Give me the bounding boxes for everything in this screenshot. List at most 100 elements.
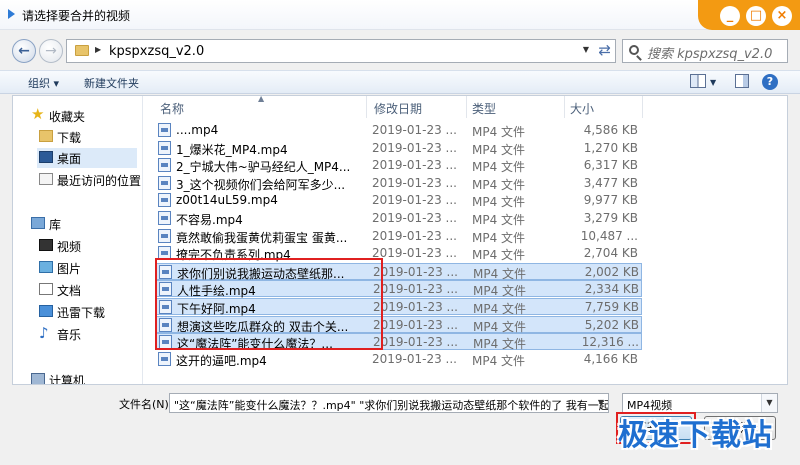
video-file-icon <box>158 158 171 173</box>
file-type: MP4 文件 <box>472 353 526 368</box>
filename-input[interactable]: "这“魔法阵”能变什么魔法？？.mp4" "求你们别说我搬运动态壁纸那个软件的了… <box>169 393 609 413</box>
column-divider[interactable] <box>466 96 467 118</box>
document-library-icon <box>39 283 53 295</box>
file-date: 2019-01-23 ... <box>372 158 457 173</box>
file-row[interactable]: 2_宁城大伟~驴马经纪人_MP4... 2019-01-23 ... MP4 文件 6… <box>156 157 642 174</box>
file-size: 12,316 ... <box>581 335 639 350</box>
file-date: 2019-01-23 ... <box>372 193 457 208</box>
file-name[interactable]: 不容易.mp4 <box>176 211 366 228</box>
video-file-icon <box>158 175 171 190</box>
file-row[interactable]: z00t14uL59.mp4 2019-01-23 ... MP4 文件 9,977 … <box>156 192 642 209</box>
maximize-button[interactable]: □ <box>746 6 766 26</box>
file-name[interactable]: 2_宁城大伟~驴马经纪人_MP4... <box>176 158 366 175</box>
video-library-icon <box>39 239 53 251</box>
nav-videos-label: 视频 <box>57 240 82 254</box>
file-size: 4,586 KB <box>583 123 638 137</box>
nav-desktop-label: 桌面 <box>57 152 82 166</box>
library-icon <box>31 217 45 229</box>
nav-thunder-label: 迅雷下载 <box>57 306 106 320</box>
column-divider[interactable] <box>642 96 643 118</box>
organize-button[interactable]: 组织 ▾ <box>28 75 59 91</box>
back-button[interactable]: ← <box>12 39 36 63</box>
column-header-name[interactable]: 名称 <box>160 96 184 118</box>
video-file-icon <box>158 211 171 225</box>
file-name[interactable]: z00t14uL59.mp4 <box>176 193 366 207</box>
file-type: MP4 文件 <box>472 177 526 192</box>
file-date: 2019-01-23 ... <box>373 317 458 332</box>
file-row[interactable]: 这开的逼吧.mp4 2019-01-23 ... MP4 文件 4,166 KB <box>156 351 642 368</box>
file-name[interactable]: 竟然敢偷我蛋黄优莉蛋宝 蛋黄... <box>176 229 366 246</box>
column-divider[interactable] <box>366 96 367 118</box>
nav-documents-label: 文档 <box>57 284 82 298</box>
chevron-down-icon[interactable]: ▼ <box>598 398 604 407</box>
watermark-logo: 极速下载站 <box>618 418 773 453</box>
filename-label: 文件名(N): <box>119 398 173 411</box>
address-bar-row: ← → ▶ kpspxzsq_v2.0 ▼ ⇄ 搜索 kpspxzsq_v2.0 <box>0 36 800 68</box>
file-type: MP4 文件 <box>473 302 527 316</box>
current-path[interactable]: kpspxzsq_v2.0 <box>109 44 204 59</box>
file-type: MP4 文件 <box>472 125 526 139</box>
navigation-pane[interactable]: ★ 收藏夹 下载 桌面 最近访问的位置 库 视频 图片 文档 迅雷下载 ♪ 音乐… <box>13 96 143 384</box>
file-type: MP4 文件 <box>472 230 526 245</box>
column-header-size[interactable]: 大小 <box>570 96 594 118</box>
video-file-icon <box>158 193 171 208</box>
chevron-down-icon[interactable]: ▼ <box>583 45 589 54</box>
minimize-button[interactable]: _ <box>720 6 740 26</box>
column-divider[interactable] <box>564 96 565 118</box>
file-row[interactable]: 3_这个视频你们会给阿军多少... 2019-01-23 ... MP4 文件 3,4… <box>156 175 642 192</box>
selection-highlight-box <box>155 258 383 350</box>
file-size: 3,279 KB <box>583 211 638 225</box>
music-note-icon: ♪ <box>39 324 49 342</box>
search-input[interactable]: 搜索 kpspxzsq_v2.0 <box>622 39 788 63</box>
help-icon[interactable]: ? <box>762 74 778 90</box>
file-type: MP4 文件 <box>472 195 526 210</box>
view-dropdown-icon[interactable]: ▼ <box>710 78 716 87</box>
column-header-date[interactable]: 修改日期 <box>374 96 422 118</box>
video-file-icon <box>158 123 171 137</box>
chevron-right-icon[interactable]: ▶ <box>95 45 101 54</box>
command-bar: 组织 ▾ 新建文件夹 ▼ ? <box>0 70 800 94</box>
window-title: 请选择要合并的视频 <box>22 9 131 23</box>
star-icon: ★ <box>31 105 45 123</box>
file-type: MP4 文件 <box>473 284 527 299</box>
nav-recent-label: 最近访问的位置 <box>57 174 142 188</box>
file-type: MP4 文件 <box>472 142 526 157</box>
close-button[interactable]: × <box>772 6 792 26</box>
file-type: MP4 文件 <box>473 319 527 334</box>
video-file-icon <box>158 351 171 366</box>
new-folder-button[interactable]: 新建文件夹 <box>84 75 139 91</box>
file-size: 2,334 KB <box>584 282 639 297</box>
file-date: 2019-01-23 ... <box>373 335 458 350</box>
computer-icon <box>31 373 45 384</box>
file-row[interactable]: 竟然敢偷我蛋黄优莉蛋宝 蛋黄... 2019-01-23 ... MP4 文件 10,… <box>156 228 642 245</box>
file-date: 2019-01-23 ... <box>373 264 458 279</box>
nav-desktop[interactable]: 桌面 <box>37 148 137 168</box>
file-row[interactable]: ....mp4 2019-01-23 ... MP4 文件 4,586 KB <box>156 122 642 139</box>
file-date: 2019-01-23 ... <box>372 211 457 225</box>
file-type: MP4 文件 <box>472 213 526 227</box>
title-bar: 请选择要合并的视频 _ □ × <box>0 0 800 30</box>
file-row[interactable]: 不容易.mp4 2019-01-23 ... MP4 文件 3,279 KB <box>156 210 642 227</box>
file-size: 2,704 KB <box>583 246 638 261</box>
dialog-footer: 文件名(N): "这“魔法阵”能变什么魔法？？.mp4" "求你们别说我搬运动态… <box>0 386 800 465</box>
file-name[interactable]: 3_这个视频你们会给阿军多少... <box>176 176 366 193</box>
file-name[interactable]: ....mp4 <box>176 123 366 137</box>
sort-ascending-icon: ▲ <box>258 96 265 103</box>
refresh-icon[interactable]: ⇄ <box>598 41 611 59</box>
address-bar[interactable]: ▶ kpspxzsq_v2.0 ▼ ⇄ <box>66 39 616 63</box>
preview-pane-icon[interactable] <box>735 74 749 88</box>
file-size: 4,166 KB <box>583 351 638 366</box>
file-name[interactable]: 1_爆米花_MP4.mp4 <box>176 141 366 158</box>
view-options-icon[interactable] <box>690 74 706 88</box>
file-date: 2019-01-23 ... <box>372 175 457 190</box>
file-date: 2019-01-23 ... <box>373 300 458 314</box>
filename-value[interactable]: "这“魔法阵”能变什么魔法？？.mp4" "求你们别说我搬运动态壁纸那个软件的了… <box>174 397 608 412</box>
file-name[interactable]: 这开的逼吧.mp4 <box>176 352 366 369</box>
file-date: 2019-01-23 ... <box>372 228 457 243</box>
file-date: 2019-01-23 ... <box>372 246 457 261</box>
nav-favorites-label: 收藏夹 <box>49 110 86 124</box>
column-header-type[interactable]: 类型 <box>472 96 496 118</box>
nav-computer-label: 计算机 <box>49 374 86 384</box>
forward-button[interactable]: → <box>39 39 63 63</box>
file-row[interactable]: 1_爆米花_MP4.mp4 2019-01-23 ... MP4 文件 1,270 K… <box>156 140 642 157</box>
